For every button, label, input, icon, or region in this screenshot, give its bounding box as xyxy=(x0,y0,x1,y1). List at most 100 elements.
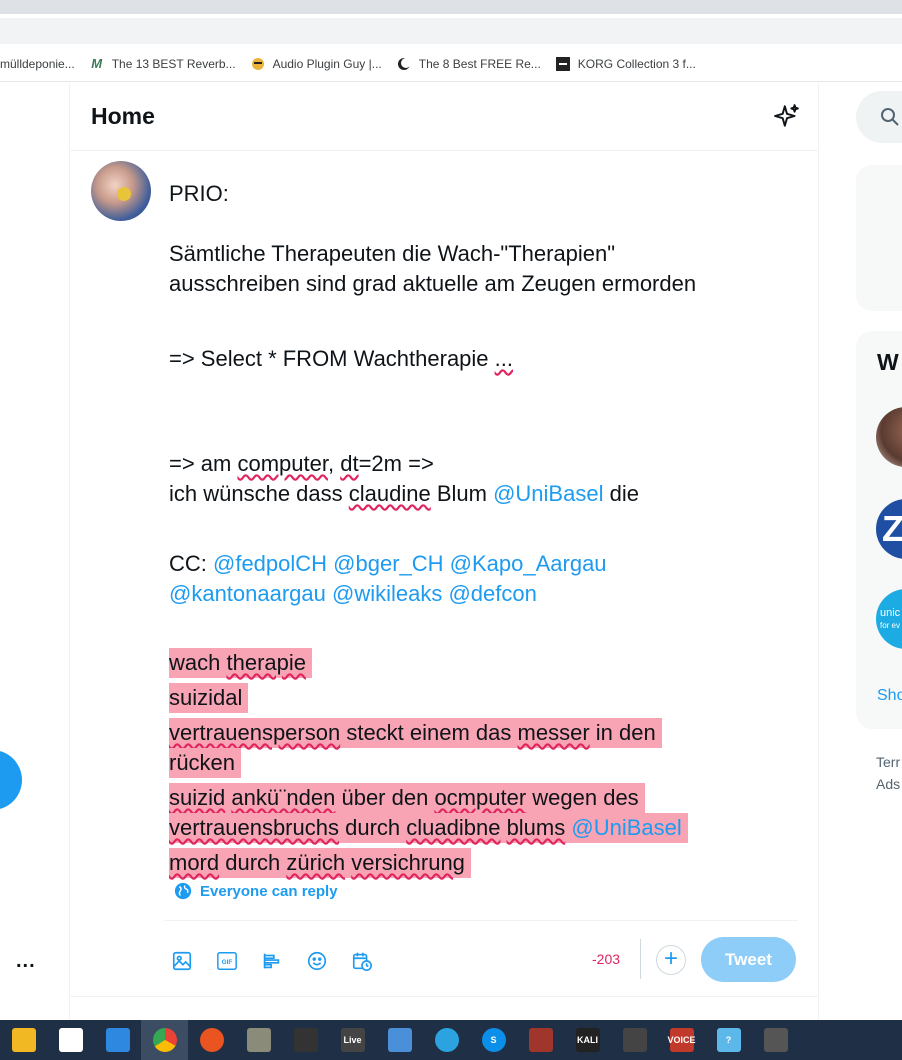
schedule-icon[interactable] xyxy=(344,943,380,979)
taskbar-telegram-button[interactable] xyxy=(423,1020,470,1060)
card-heading: W xyxy=(877,349,899,375)
taskbar-file-explorer-button[interactable] xyxy=(0,1020,47,1060)
taskbar-app-button[interactable] xyxy=(752,1020,799,1060)
bookmark-label: The 13 BEST Reverb... xyxy=(111,56,236,71)
text-line: => am computer, dt=2m => xyxy=(169,451,434,476)
face-icon xyxy=(250,56,266,72)
taskbar-chrome-button[interactable] xyxy=(141,1020,188,1060)
taskbar-kali-button[interactable]: KALI xyxy=(564,1020,611,1060)
help-icon: ? xyxy=(716,1028,741,1052)
poll-icon[interactable] xyxy=(254,943,290,979)
terms-link[interactable]: Terr xyxy=(876,751,900,773)
store-icon xyxy=(58,1028,83,1052)
highlighted-line: suizid ankü¨nden über den ocmputer wegen… xyxy=(169,783,769,813)
text-line: CC: @fedpolCH @bger_CH @Kapo_Aargau xyxy=(169,551,607,576)
add-tweet-button[interactable]: + xyxy=(656,945,686,975)
chat-icon xyxy=(387,1028,412,1052)
live-icon: Live xyxy=(340,1028,365,1052)
taskbar-inkscape-button[interactable] xyxy=(282,1020,329,1060)
bookmark-deponie[interactable]: rmülldeponie... xyxy=(0,57,75,71)
character-counter: -203 xyxy=(592,951,621,967)
mention-link[interactable]: @UniBasel xyxy=(571,815,681,840)
address-bar xyxy=(0,14,902,46)
reply-setting-button[interactable]: Everyone can reply xyxy=(174,882,338,900)
taskbar-mail-button[interactable] xyxy=(94,1020,141,1060)
taskbar-circuit-button[interactable] xyxy=(517,1020,564,1060)
search-icon xyxy=(881,108,899,126)
text-line: Sämtliche Therapeuten die Wach-"Therapie… xyxy=(169,241,616,266)
taskbar-ubuntu-button[interactable] xyxy=(188,1020,235,1060)
mention-link[interactable]: @fedpolCH @bger_CH @Kapo_Aargau xyxy=(213,551,607,576)
gif-icon[interactable]: GIF xyxy=(209,943,245,979)
chrome-icon xyxy=(152,1028,177,1052)
main-column: Home PRIO: Sämtliche Therapeuten die Wac… xyxy=(69,83,819,1020)
tweet-compose-text[interactable]: PRIO: Sämtliche Therapeuten die Wach-"Th… xyxy=(169,179,769,878)
text-line: @kantonaargau @wikileaks @defcon xyxy=(169,579,769,609)
mention-link[interactable]: @kantonaargau @wikileaks @defcon xyxy=(169,581,537,606)
reply-setting-label: Everyone can reply xyxy=(200,882,338,900)
avatar[interactable] xyxy=(91,161,151,221)
bookmarks-bar: rmülldeponie... M The 13 BEST Reverb... … xyxy=(0,46,902,82)
globe-icon xyxy=(174,882,192,900)
divider xyxy=(164,920,798,921)
search-input[interactable] xyxy=(856,91,902,143)
avatar[interactable] xyxy=(876,407,902,467)
more-options-icon[interactable]: ... xyxy=(16,950,36,973)
m-logo-icon: M xyxy=(91,56,103,71)
tab-strip xyxy=(0,0,902,14)
home-header: Home xyxy=(70,83,818,151)
divider xyxy=(70,996,818,997)
taskbar-voicemeeter-button[interactable]: VOICE xyxy=(658,1020,705,1060)
trends-card xyxy=(856,165,902,311)
circuit-icon xyxy=(528,1028,553,1052)
text-line: => Select * FROM Wachtherapie ... xyxy=(169,346,513,371)
show-more-link[interactable]: Sho xyxy=(877,687,902,705)
telegram-icon xyxy=(434,1028,459,1052)
text-line: ausschreiben sind grad aktuelle am Zeuge… xyxy=(169,271,697,296)
app-icon xyxy=(763,1028,788,1052)
korg-icon xyxy=(555,56,571,72)
tweet-button[interactable]: Tweet xyxy=(701,937,796,982)
highlighted-line: rücken xyxy=(169,748,769,783)
svg-text:GIF: GIF xyxy=(222,959,233,966)
highlighted-line: vertrauensperson steckt einem das messer… xyxy=(169,718,769,748)
bookmark-korg[interactable]: KORG Collection 3 f... xyxy=(555,56,696,72)
taskbar-skype-button[interactable]: S xyxy=(470,1020,517,1060)
taskbar-chat-button[interactable] xyxy=(376,1020,423,1060)
x-tool-icon xyxy=(622,1028,647,1052)
skype-icon: S xyxy=(481,1028,506,1052)
left-nav xyxy=(0,83,69,1020)
moon-icon xyxy=(396,56,412,72)
bookmark-label: Audio Plugin Guy |... xyxy=(272,56,382,71)
url-field[interactable] xyxy=(0,18,902,44)
avatar[interactable]: unic for ev xyxy=(876,589,902,649)
ubuntu-icon xyxy=(199,1028,224,1052)
who-to-follow-card: W Z unic for ev Sho xyxy=(856,331,902,729)
image-icon[interactable] xyxy=(164,943,200,979)
page-title: Home xyxy=(91,103,155,129)
emoji-icon[interactable] xyxy=(299,943,335,979)
bookmark-audio-plugin-guy[interactable]: Audio Plugin Guy |... xyxy=(250,56,382,72)
footer-links: Terr Ads xyxy=(876,751,900,795)
bird-icon xyxy=(246,1028,271,1052)
ads-link[interactable]: Ads xyxy=(876,773,900,795)
highlighted-line: wach therapie xyxy=(169,648,769,683)
text-line: PRIO: xyxy=(169,181,229,206)
taskbar-store-button[interactable] xyxy=(47,1020,94,1060)
taskbar-help-button[interactable]: ? xyxy=(705,1020,752,1060)
avatar[interactable]: Z xyxy=(876,499,902,559)
bookmark-free-reverb[interactable]: The 8 Best FREE Re... xyxy=(396,56,541,72)
bookmark-label: KORG Collection 3 f... xyxy=(577,56,696,71)
taskbar-bird-button[interactable] xyxy=(235,1020,282,1060)
taskbar-live-button[interactable]: Live xyxy=(329,1020,376,1060)
highlighted-line: vertrauensbruchs durch cluadibne blums @… xyxy=(169,813,769,848)
right-sidebar: W Z unic for ev Sho Terr Ads xyxy=(819,83,902,1020)
highlighted-line: mord durch zürich versichrung xyxy=(169,848,769,878)
bookmark-label: The 8 Best FREE Re... xyxy=(418,56,541,71)
mention-link[interactable]: @UniBasel xyxy=(493,481,603,506)
bookmark-reverb[interactable]: M The 13 BEST Reverb... xyxy=(89,56,236,72)
taskbar-x-tool-button[interactable] xyxy=(611,1020,658,1060)
divider xyxy=(640,939,641,979)
sparkle-icon[interactable] xyxy=(774,103,800,129)
text-line: ich wünsche dass claudine Blum @UniBasel… xyxy=(169,481,639,506)
